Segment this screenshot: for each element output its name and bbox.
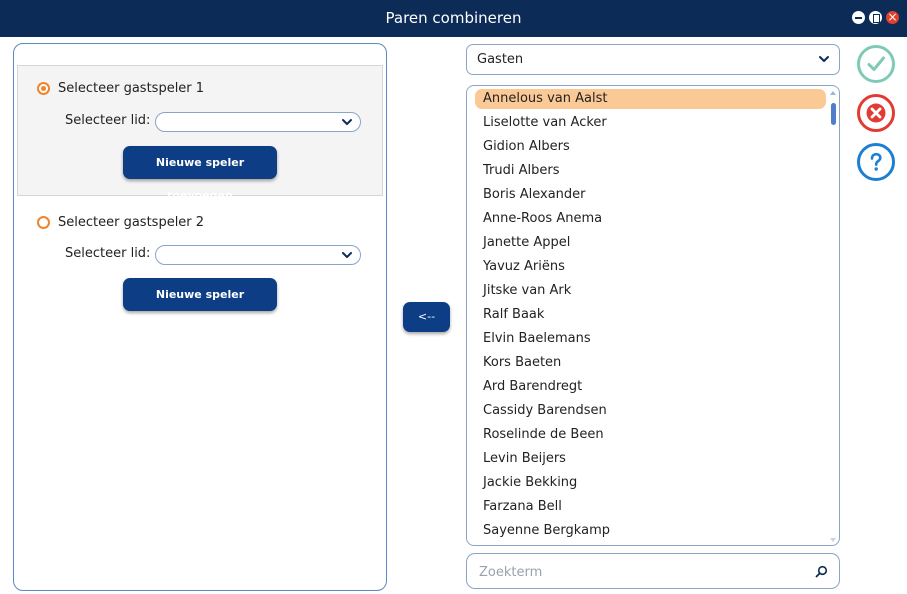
member-list-item[interactable]: Sayenne Bergkamp [475, 521, 826, 541]
scrollbar-thumb[interactable] [831, 103, 836, 125]
member-list-item[interactable]: Jackie Bekking [475, 473, 826, 493]
title-bar: Paren combineren [0, 0, 907, 37]
guest-player-2-radio[interactable] [37, 216, 50, 229]
member-list-item[interactable]: Janette Appel [475, 233, 826, 253]
member-list-item[interactable]: Farzana Bell [475, 497, 826, 517]
member-list-item[interactable]: Ralf Baak [475, 305, 826, 325]
member-1-label: Selecteer lid: [65, 113, 151, 128]
cross-icon [866, 103, 886, 123]
guest-player-1-option[interactable]: Selecteer gastspeler 1 [37, 81, 204, 96]
minimize-icon[interactable] [852, 11, 865, 24]
guest-player-1-label: Selecteer gastspeler 1 [58, 81, 205, 96]
member-list-item[interactable]: Elvin Baelemans [475, 329, 826, 349]
add-new-player-2-button[interactable]: Nieuwe speler toevoegen [123, 278, 277, 334]
add-new-player-1-button[interactable]: Nieuwe speler toevoegen [123, 146, 277, 202]
maximize-icon[interactable] [869, 11, 882, 24]
member-list-item[interactable]: Liselotte van Acker [475, 113, 826, 133]
transfer-arrow-button[interactable]: <-- [403, 302, 450, 332]
category-select[interactable]: Gasten [466, 44, 840, 75]
member-list-item[interactable]: Boris Alexander [475, 185, 826, 205]
member-list[interactable]: Annelous van Aalst Liselotte van Acker Gid… [466, 85, 840, 546]
cancel-button[interactable] [857, 94, 895, 132]
chevron-down-icon [342, 252, 352, 258]
confirm-button[interactable] [857, 45, 895, 83]
search-input[interactable] [479, 562, 799, 582]
member-list-item[interactable]: Kors Baeten [475, 353, 826, 373]
scroll-down-icon[interactable] [830, 538, 836, 542]
guest-player-1-radio[interactable] [37, 82, 50, 95]
window-title: Paren combineren [385, 9, 522, 27]
chevron-down-icon [342, 119, 352, 125]
category-value: Gasten [477, 52, 524, 67]
member-2-select[interactable] [155, 245, 361, 265]
chevron-down-icon [819, 56, 829, 62]
search-box[interactable] [466, 553, 840, 589]
member-list-item[interactable]: Roselinde de Been [475, 425, 826, 445]
guest-player-2-label: Selecteer gastspeler 2 [58, 215, 205, 230]
member-list-item[interactable]: Anne-Roos Anema [475, 209, 826, 229]
guest-player-2-option[interactable]: Selecteer gastspeler 2 [37, 215, 204, 230]
member-list-item[interactable]: Yavuz Ariëns [475, 257, 826, 277]
member-2-label: Selecteer lid: [65, 246, 151, 261]
member-list-item[interactable]: Trudi Albers [475, 161, 826, 181]
help-button[interactable] [857, 143, 895, 181]
guest-player-panel: Selecteer gastspeler 1 Selecteer lid: Ni… [13, 43, 387, 591]
member-1-select[interactable] [155, 112, 361, 132]
member-list-item[interactable]: Levin Beijers [475, 449, 826, 469]
search-icon[interactable] [815, 565, 828, 578]
question-icon [870, 152, 882, 171]
close-window-icon[interactable] [886, 9, 899, 25]
member-list-item[interactable]: Annelous van Aalst [475, 89, 826, 109]
member-list-item[interactable]: Ard Barendregt [475, 377, 826, 397]
check-icon [867, 56, 885, 71]
list-scrollbar[interactable] [830, 89, 836, 542]
scroll-up-icon[interactable] [830, 91, 836, 95]
member-list-item[interactable]: Cassidy Barendsen [475, 401, 826, 421]
member-list-item[interactable]: Gidion Albers [475, 137, 826, 157]
member-list-item[interactable]: Jitske van Ark [475, 281, 826, 301]
